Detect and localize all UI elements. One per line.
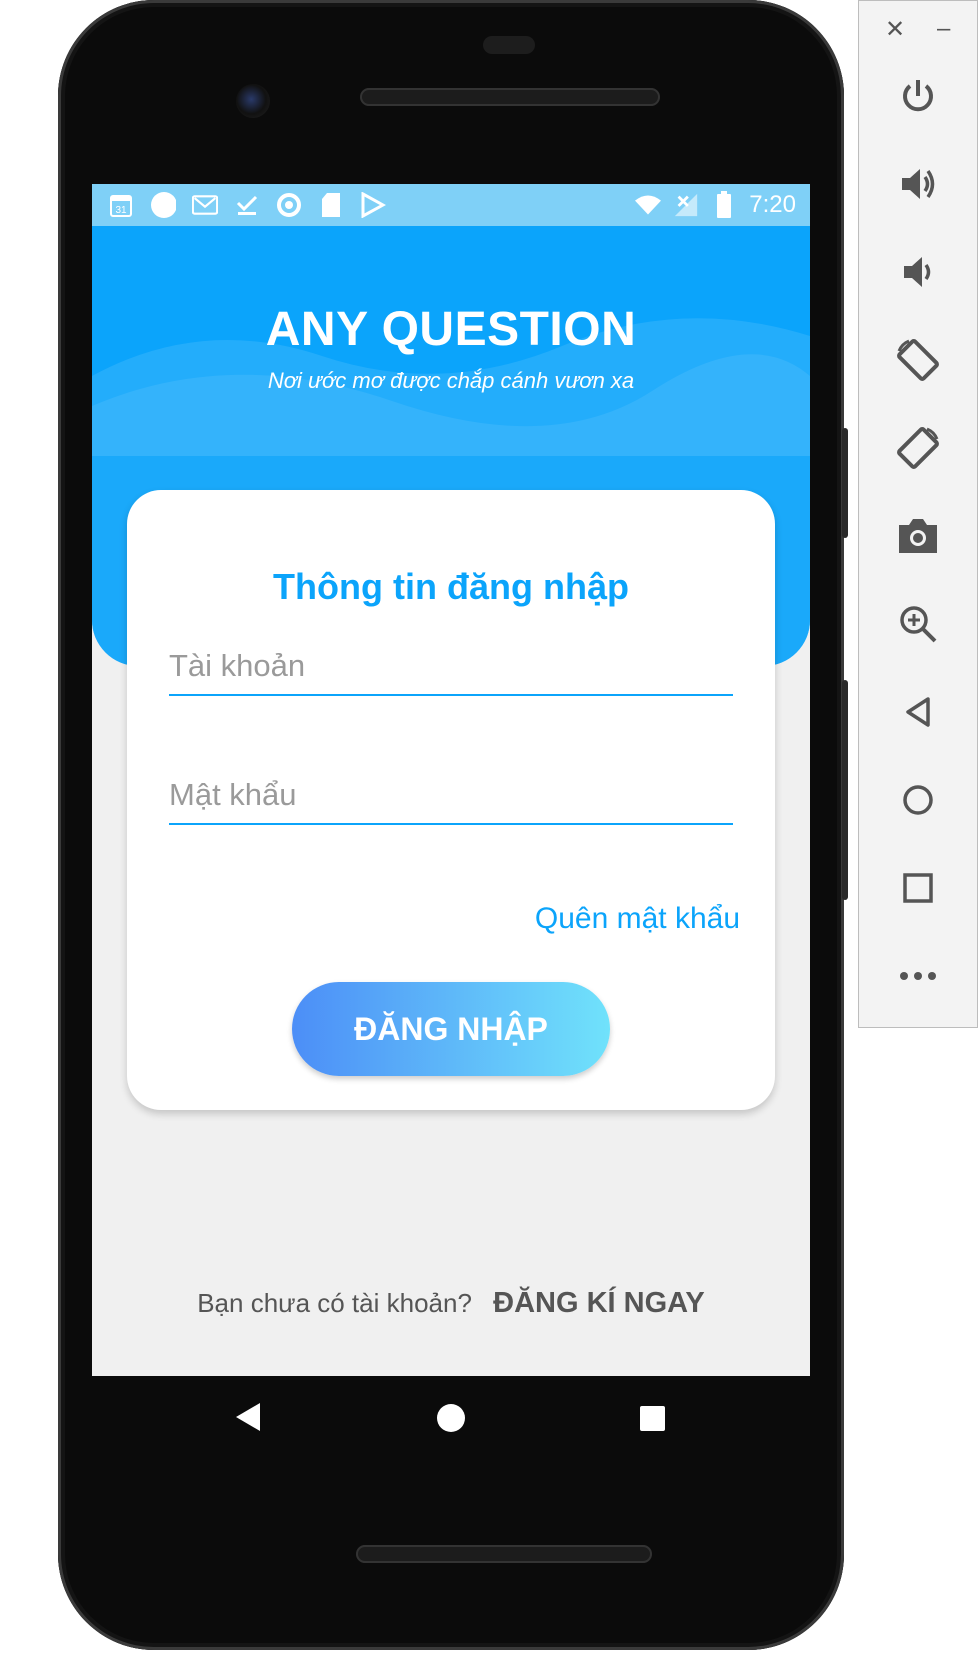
- battery-icon: [711, 191, 737, 218]
- gmail-icon: [192, 192, 218, 218]
- sync-icon: [276, 192, 302, 218]
- register-prompt: Bạn chưa có tài khoản?: [197, 1288, 472, 1318]
- register-row: Bạn chưa có tài khoản? ĐĂNG KÍ NGAY: [92, 1287, 810, 1320]
- bottom-speaker: [356, 1545, 652, 1563]
- login-button[interactable]: ĐĂNG NHẬP: [292, 982, 610, 1076]
- volume-down-icon[interactable]: [889, 243, 947, 301]
- minimize-icon[interactable]: –: [937, 15, 950, 43]
- back-icon[interactable]: [236, 1403, 260, 1431]
- username-input[interactable]: [169, 638, 733, 696]
- zoom-icon[interactable]: [889, 595, 947, 653]
- password-input[interactable]: [169, 767, 733, 825]
- volume-up-icon[interactable]: [889, 155, 947, 213]
- proximity-sensor: [483, 36, 535, 54]
- signal-icon: [673, 192, 699, 218]
- rotate-left-icon[interactable]: [889, 331, 947, 389]
- rotate-right-icon[interactable]: [889, 419, 947, 477]
- earpiece-speaker: [360, 88, 660, 106]
- app-title: ANY QUESTION: [265, 303, 637, 356]
- back-icon[interactable]: [889, 683, 947, 741]
- svg-text:31: 31: [115, 205, 127, 216]
- register-link[interactable]: ĐĂNG KÍ NGAY: [493, 1287, 705, 1319]
- more-icon[interactable]: [889, 947, 947, 1005]
- forgot-password-link[interactable]: Quên mật khẩu: [535, 902, 740, 936]
- overview-icon[interactable]: [889, 859, 947, 917]
- close-icon[interactable]: ✕: [885, 15, 905, 44]
- wifi-icon: [635, 192, 662, 218]
- camera-icon[interactable]: [889, 507, 947, 565]
- play-store-icon: [360, 192, 386, 218]
- status-bar: 31 7:20: [92, 184, 810, 226]
- status-time: 7:20: [749, 191, 796, 218]
- power-side-button: [842, 428, 848, 538]
- app-slogan: Nơi ước mơ được chắp cánh vươn xa: [267, 368, 635, 393]
- sd-card-icon: [318, 192, 344, 218]
- emulator-toolbar: ✕ –: [858, 0, 978, 1028]
- power-icon[interactable]: [889, 67, 947, 125]
- login-card-title: Thông tin đăng nhập: [273, 566, 629, 607]
- login-card: Thông tin đăng nhập Quên mật khẩu ĐĂNG N…: [127, 490, 775, 1110]
- volume-side-button: [842, 680, 848, 900]
- app-screen: 31 7:20 ANY QUESTION Nơi ước mơ được chắ…: [92, 184, 810, 1376]
- calendar-icon: 31: [108, 192, 134, 218]
- home-icon[interactable]: [889, 771, 947, 829]
- home-icon[interactable]: [437, 1404, 465, 1432]
- circle-icon: [150, 192, 176, 218]
- front-camera: [236, 84, 270, 118]
- download-done-icon: [234, 192, 260, 218]
- recents-icon[interactable]: [640, 1406, 665, 1431]
